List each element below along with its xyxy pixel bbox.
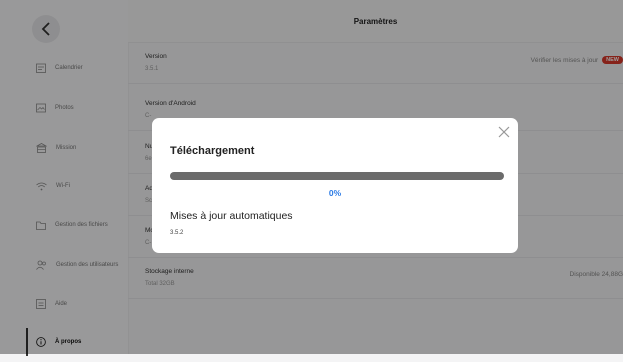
auto-update-title: Mises à jour automatiques [170, 210, 293, 222]
close-button[interactable] [497, 125, 511, 139]
auto-update-version: 3.5.2 [170, 230, 184, 236]
progress-percent: 0% [328, 188, 342, 198]
dialog-title: Téléchargement [170, 145, 255, 157]
close-icon [498, 126, 510, 138]
download-progress-bar [170, 172, 504, 180]
download-dialog: Téléchargement 0% Mises à jour automatiq… [152, 118, 518, 253]
